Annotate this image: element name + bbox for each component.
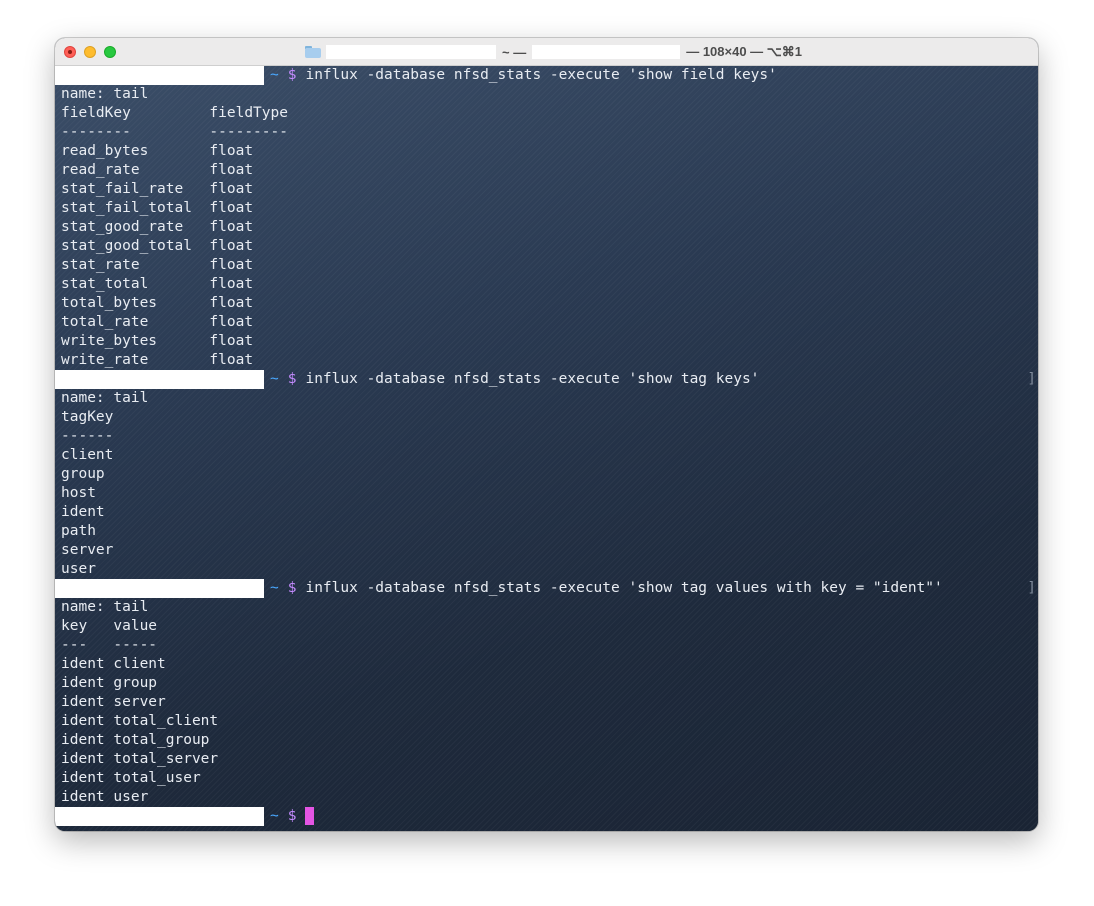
output-line: stat_good_rate float xyxy=(61,219,254,235)
output-line: name: tail xyxy=(61,390,149,406)
output-line: write_rate float xyxy=(61,352,254,368)
output-line: ident client xyxy=(61,656,166,672)
folder-icon xyxy=(305,46,321,58)
output-line: tagKey xyxy=(61,409,114,425)
output-line: ident server xyxy=(61,694,166,710)
prompt-tilde: ~ xyxy=(270,371,279,387)
output-line: stat_rate float xyxy=(61,257,254,273)
title-size: — 108×40 — ⌥⌘1 xyxy=(686,44,803,59)
output-line: read_rate float xyxy=(61,162,254,178)
line-marker: ] xyxy=(1027,580,1036,596)
minimize-button[interactable] xyxy=(84,46,96,58)
prompt-tilde: ~ xyxy=(270,67,279,83)
output-line: ident xyxy=(61,504,105,520)
output-line: group xyxy=(61,466,105,482)
output-line: total_bytes float xyxy=(61,295,254,311)
output-line: key value xyxy=(61,618,158,634)
prompt-tilde: ~ xyxy=(270,808,279,824)
output-line: --- ----- xyxy=(61,637,158,653)
output-line: server xyxy=(61,542,114,558)
prompt-line: ~ $ influx -database nfsd_stats -execute… xyxy=(55,370,1038,389)
prompt-line: ~ $ influx -database nfsd_stats -execute… xyxy=(55,66,1038,85)
redacted-prompt xyxy=(55,66,264,85)
title-bar: ~ — — 108×40 — ⌥⌘1 xyxy=(55,38,1038,66)
zoom-button[interactable] xyxy=(104,46,116,58)
prompt-dollar: $ xyxy=(287,67,297,83)
terminal-lines: ~ $ influx -database nfsd_stats -execute… xyxy=(55,66,1038,826)
redacted-title-segment xyxy=(326,45,496,59)
output-line: stat_fail_total float xyxy=(61,200,254,216)
output-line: host xyxy=(61,485,96,501)
window-title: ~ — — 108×40 — ⌥⌘1 xyxy=(305,43,808,61)
output-line: write_bytes float xyxy=(61,333,254,349)
output-line: ident total_server xyxy=(61,751,219,767)
text-cursor[interactable] xyxy=(305,807,315,825)
output-line: path xyxy=(61,523,96,539)
prompt-dollar: $ xyxy=(287,808,297,824)
prompt-tilde: ~ xyxy=(270,580,279,596)
output-line: name: tail xyxy=(61,599,149,615)
command-text: influx -database nfsd_stats -execute 'sh… xyxy=(305,371,760,387)
output-line: read_bytes float xyxy=(61,143,254,159)
output-line: ident total_user xyxy=(61,770,201,786)
close-button[interactable] xyxy=(64,46,76,58)
redacted-prompt xyxy=(55,807,264,826)
prompt-dollar: $ xyxy=(287,371,297,387)
terminal-window: ~ — — 108×40 — ⌥⌘1 ~ $ influx -database … xyxy=(55,38,1038,831)
title-middle: ~ — xyxy=(502,44,527,60)
output-line: total_rate float xyxy=(61,314,254,330)
terminal-content[interactable]: ~ $ influx -database nfsd_stats -execute… xyxy=(55,66,1038,831)
output-line: client xyxy=(61,447,114,463)
command-text: influx -database nfsd_stats -execute 'sh… xyxy=(305,580,943,596)
output-line: ident total_client xyxy=(61,713,219,729)
redacted-prompt xyxy=(55,579,264,598)
prompt-dollar: $ xyxy=(287,580,297,596)
command-text: influx -database nfsd_stats -execute 'sh… xyxy=(305,67,777,83)
output-line: stat_good_total float xyxy=(61,238,254,254)
prompt-line: ~ $ xyxy=(55,807,1038,826)
output-line: fieldKey fieldType xyxy=(61,105,288,121)
redacted-prompt xyxy=(55,370,264,389)
redacted-title-segment xyxy=(532,45,681,59)
output-line: stat_fail_rate float xyxy=(61,181,254,197)
output-line: name: tail xyxy=(61,86,149,102)
output-line: user xyxy=(61,561,96,577)
line-marker: ] xyxy=(1027,371,1036,387)
output-line: -------- --------- xyxy=(61,124,288,140)
output-line: ident group xyxy=(61,675,158,691)
prompt-line: ~ $ influx -database nfsd_stats -execute… xyxy=(55,579,1038,598)
output-line: ident user xyxy=(61,789,149,805)
output-line: ------ xyxy=(61,428,114,444)
output-line: stat_total float xyxy=(61,276,254,292)
output-line: ident total_group xyxy=(61,732,210,748)
